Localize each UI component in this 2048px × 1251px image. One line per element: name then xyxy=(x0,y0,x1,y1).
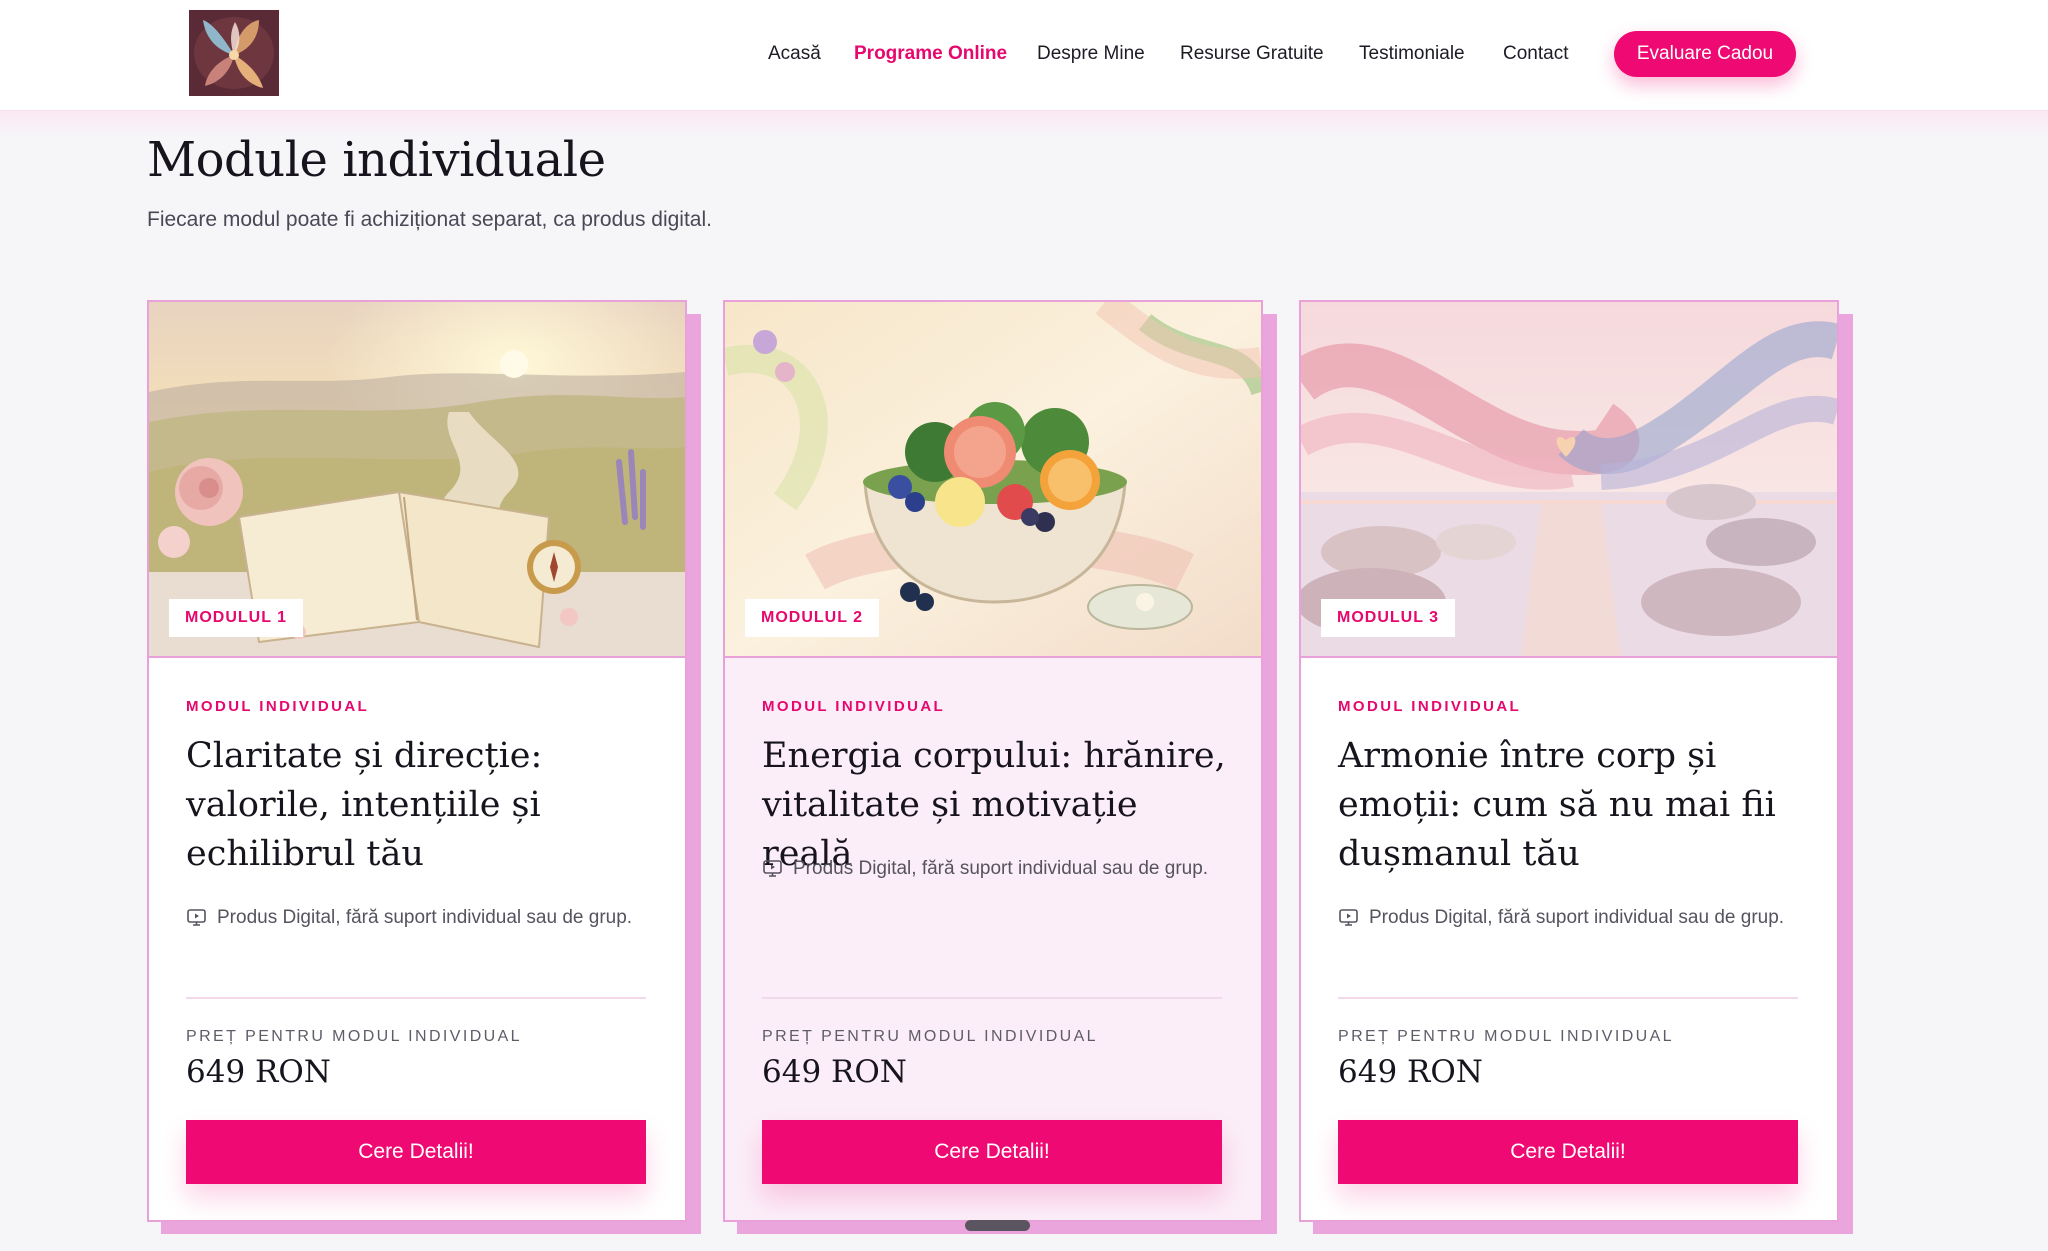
price-value: 649 RON xyxy=(762,1054,907,1090)
card-divider xyxy=(1338,997,1798,999)
module-title: Claritate și direcție: valorile, intenți… xyxy=(186,736,543,874)
nav-item-resurse-gratuite[interactable]: Resurse Gratuite xyxy=(1180,43,1324,65)
card-divider xyxy=(186,997,646,999)
module-card-2: MODULUL 2 MODUL INDIVIDUAL Energia corpu… xyxy=(723,300,1277,1236)
module-card-3: MODULUL 3 MODUL INDIVIDUAL Armonie între… xyxy=(1299,300,1853,1236)
module-eyebrow: MODUL INDIVIDUAL xyxy=(186,698,370,715)
module-note: Produs Digital, fără suport individual s… xyxy=(186,904,636,931)
module-note: Produs Digital, fără suport individual s… xyxy=(762,855,1212,882)
price-value: 649 RON xyxy=(186,1054,331,1090)
cere-detalii-button[interactable]: Cere Detalii! xyxy=(1338,1120,1798,1184)
card-body: MODULUL 1 MODUL INDIVIDUAL Claritate și … xyxy=(147,300,687,1222)
carousel-scroll-indicator[interactable] xyxy=(965,1220,1030,1231)
site-header: Acasă Programe Online Despre Mine Resurs… xyxy=(0,0,2048,111)
module-image-stones-water: MODULUL 3 xyxy=(1301,302,1837,658)
section-subtitle: Fiecare modul poate fi achiziționat sepa… xyxy=(147,208,712,231)
card-divider xyxy=(762,997,1222,999)
module-title: Armonie între corp și emoții: cum să nu … xyxy=(1338,736,1776,874)
card-body: MODULUL 2 MODUL INDIVIDUAL Energia corpu… xyxy=(723,300,1263,1222)
price-value: 649 RON xyxy=(1338,1054,1483,1090)
module-eyebrow: MODUL INDIVIDUAL xyxy=(762,698,946,715)
monitor-play-icon xyxy=(763,860,782,877)
price-label: PREȚ PENTRU MODUL INDIVIDUAL xyxy=(762,1028,1098,1045)
nav-item-acasa[interactable]: Acasă xyxy=(768,43,821,65)
module-image-journal-landscape: MODULUL 1 xyxy=(149,302,685,658)
module-badge: MODULUL 2 xyxy=(745,599,880,637)
evaluare-cadou-button[interactable]: Evaluare Cadou xyxy=(1614,31,1796,77)
module-card-1: MODULUL 1 MODUL INDIVIDUAL Claritate și … xyxy=(147,300,701,1236)
section-title: Module individuale xyxy=(147,132,606,188)
price-label: PREȚ PENTRU MODUL INDIVIDUAL xyxy=(1338,1028,1674,1045)
nav-item-programe-online[interactable]: Programe Online xyxy=(854,43,1007,65)
module-note-text: Produs Digital, fără suport individual s… xyxy=(793,858,1209,879)
module-image-fruit-bowl: MODULUL 2 xyxy=(725,302,1261,658)
module-badge: MODULUL 3 xyxy=(1321,599,1456,637)
nav-item-contact[interactable]: Contact xyxy=(1503,43,1568,65)
nav-item-despre-mine[interactable]: Despre Mine xyxy=(1037,43,1145,65)
module-note-text: Produs Digital, fără suport individual s… xyxy=(1369,907,1785,928)
module-note-text: Produs Digital, fără suport individual s… xyxy=(217,907,633,928)
price-label: PREȚ PENTRU MODUL INDIVIDUAL xyxy=(186,1028,522,1045)
main-nav: Acasă Programe Online Despre Mine Resurs… xyxy=(0,31,2048,77)
monitor-play-icon xyxy=(1339,909,1358,926)
nav-item-testimoniale[interactable]: Testimoniale xyxy=(1359,43,1465,65)
module-note: Produs Digital, fără suport individual s… xyxy=(1338,904,1788,931)
cere-detalii-button[interactable]: Cere Detalii! xyxy=(762,1120,1222,1184)
module-badge: MODULUL 1 xyxy=(169,599,304,637)
module-eyebrow: MODUL INDIVIDUAL xyxy=(1338,698,1522,715)
cere-detalii-button[interactable]: Cere Detalii! xyxy=(186,1120,646,1184)
card-body: MODULUL 3 MODUL INDIVIDUAL Armonie între… xyxy=(1299,300,1839,1222)
monitor-play-icon xyxy=(187,909,206,926)
